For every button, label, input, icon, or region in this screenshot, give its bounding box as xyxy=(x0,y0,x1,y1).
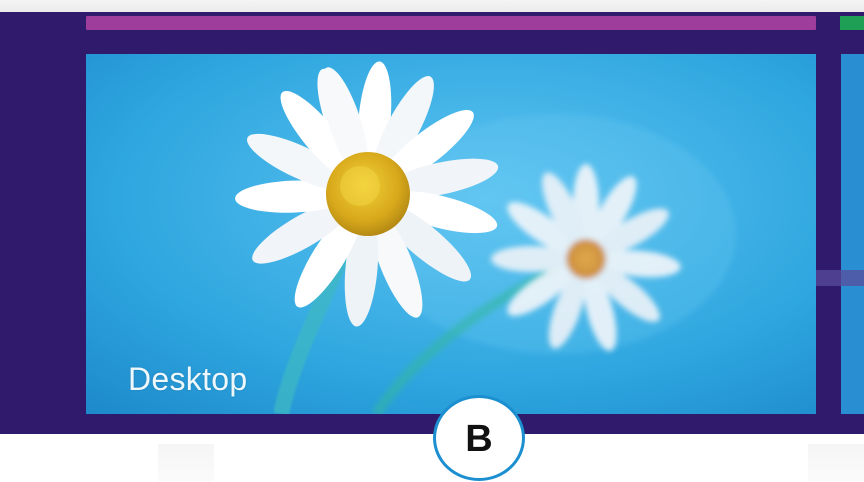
green-tile[interactable] xyxy=(840,16,864,30)
purple-tile[interactable] xyxy=(86,16,816,30)
top-strip xyxy=(0,0,864,12)
desktop-tile[interactable]: Desktop xyxy=(86,54,816,414)
decorative-band xyxy=(808,444,864,482)
desktop-wallpaper xyxy=(86,54,816,414)
callout-marker-b: B xyxy=(433,395,525,481)
partial-blue-tile[interactable] xyxy=(841,54,864,414)
decorative-band xyxy=(158,444,214,482)
bottom-area xyxy=(0,434,864,482)
desktop-tile-label: Desktop xyxy=(128,361,248,397)
tile-edge-highlight xyxy=(816,270,864,286)
callout-label: B xyxy=(465,417,493,460)
